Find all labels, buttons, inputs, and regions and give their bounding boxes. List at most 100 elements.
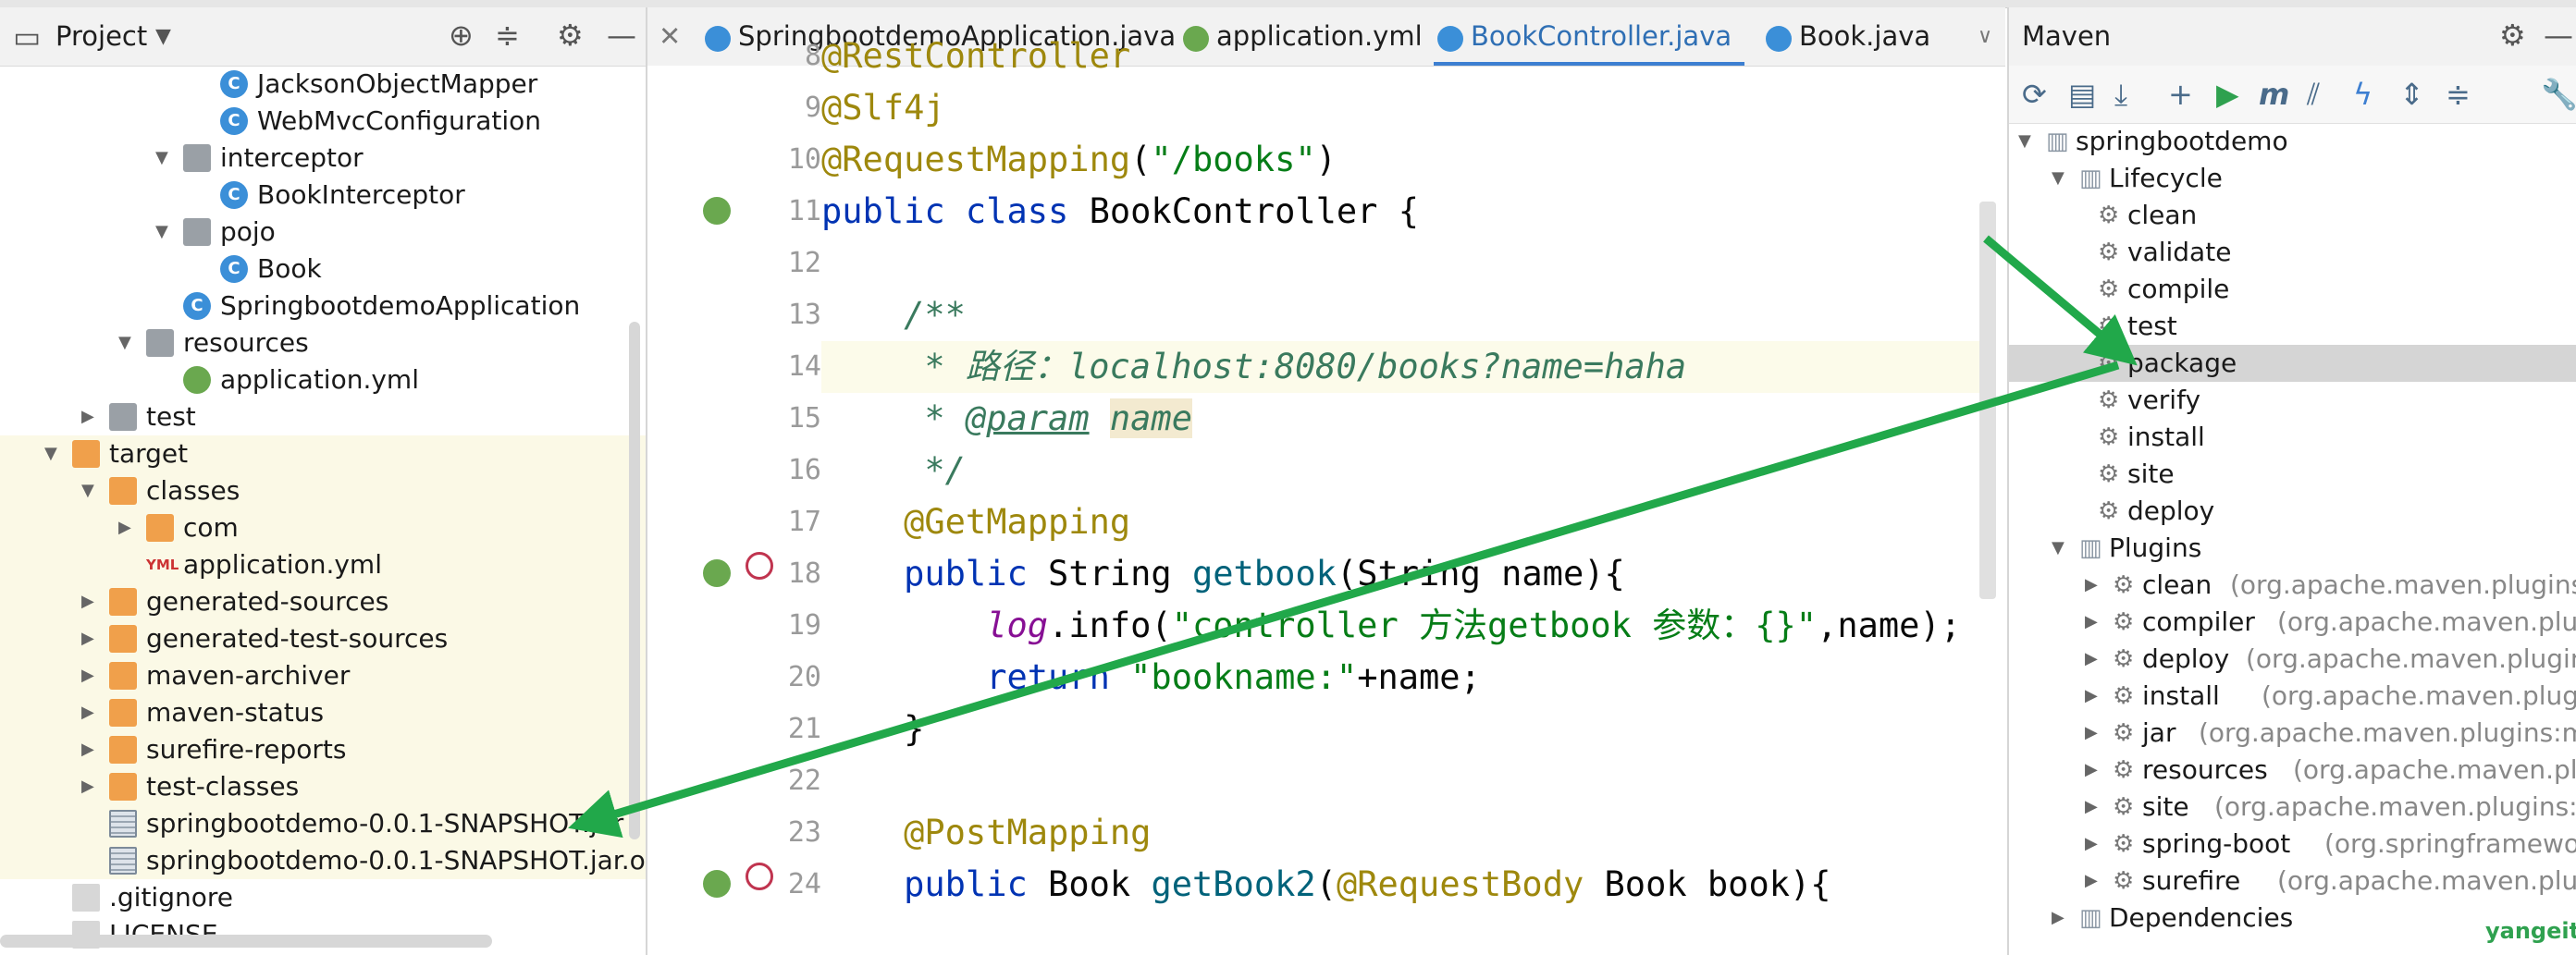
maven-tree-item[interactable]: ▶ ⚙deploy (org.apache.maven.plugins:m <box>2009 641 2576 678</box>
chevron-down-icon[interactable]: ▼ <box>155 18 171 55</box>
editor-scrollbar[interactable] <box>1979 202 1996 599</box>
code-line[interactable] <box>821 238 1987 289</box>
locate-icon[interactable]: ⊕ <box>449 17 474 54</box>
chevron-right-icon[interactable]: ▶ <box>2085 567 2098 604</box>
tree-item[interactable]: C SpringbootdemoApplication <box>0 288 646 324</box>
maven-tree-item[interactable]: ▼ ▥ Plugins <box>2009 530 2576 567</box>
chevron-right-icon[interactable]: ▶ <box>2085 752 2098 789</box>
code-line[interactable]: @RequestMapping("/books") <box>821 134 1987 186</box>
chevron-right-icon[interactable]: ▶ <box>81 657 94 694</box>
chevron-down-icon[interactable]: ▼ <box>155 140 168 177</box>
tree-item[interactable]: ▼ resources <box>0 324 646 361</box>
tree-item[interactable]: ▶ test-classes <box>0 768 646 805</box>
chevron-down-icon[interactable]: ▼ <box>118 324 131 361</box>
chevron-down-icon[interactable]: ▼ <box>81 472 94 509</box>
maven-tree-item[interactable]: ⚙ clean <box>2009 197 2576 234</box>
wrench-icon[interactable]: 🔧 <box>2541 77 2576 112</box>
tree-item[interactable]: C JacksonObjectMapper <box>0 66 646 103</box>
maven-tree-item[interactable]: ⚙ site <box>2009 456 2576 493</box>
tree-item[interactable]: C Book <box>0 251 646 288</box>
maven-goal-icon[interactable]: m <box>2259 77 2289 112</box>
chevron-right-icon[interactable]: ▶ <box>81 620 94 657</box>
maven-tree-item[interactable]: ⚙ package <box>2009 345 2576 382</box>
chevron-right-icon[interactable]: ▶ <box>2085 604 2098 641</box>
code-line[interactable]: */ <box>821 445 1987 496</box>
chevron-right-icon[interactable]: ▶ <box>81 583 94 620</box>
spring-bean-icon[interactable] <box>703 559 731 587</box>
code-line[interactable]: /** <box>821 289 1987 341</box>
tree-item[interactable]: ▶ test <box>0 398 646 435</box>
chevron-right-icon[interactable]: ▶ <box>118 509 131 546</box>
chevron-down-icon[interactable]: ▼ <box>2018 123 2031 160</box>
chevron-down-icon[interactable]: ▼ <box>155 214 168 251</box>
code-line[interactable]: public class BookController { <box>821 186 1987 238</box>
maven-tree-item[interactable]: ▶ ⚙spring-boot (org.springframework.bo <box>2009 826 2576 863</box>
code-line[interactable]: return "bookname:"+name; <box>821 652 1987 704</box>
tree-item[interactable]: ▶ surefire-reports <box>0 731 646 768</box>
gear-icon[interactable]: ⚙ <box>2499 17 2526 54</box>
code-line[interactable]: public Book getBook2(@RequestBody Book b… <box>821 859 1987 911</box>
code-line[interactable]: } <box>821 704 1987 755</box>
chevron-down-icon[interactable]: ▼ <box>2052 160 2064 197</box>
collapse-all-icon[interactable]: ≑ <box>495 17 520 54</box>
code-line[interactable]: log.info("controller 方法getbook 参数：{}",na… <box>821 600 1987 652</box>
maven-tree-item[interactable]: ⚙ compile <box>2009 271 2576 308</box>
chevron-right-icon[interactable]: ▶ <box>2085 678 2098 715</box>
minimize-icon[interactable]: — <box>2544 17 2573 54</box>
chevron-right-icon[interactable]: ▶ <box>81 731 94 768</box>
code-area[interactable]: @RestController @Slf4j @RequestMapping("/b… <box>821 36 1987 955</box>
chevron-right-icon[interactable]: ▶ <box>81 398 94 435</box>
gear-icon[interactable]: ⚙ <box>557 17 584 54</box>
minimize-icon[interactable]: — <box>607 17 636 54</box>
tree-item[interactable]: C BookInterceptor <box>0 177 646 214</box>
code-line[interactable]: * @param name <box>821 393 1987 445</box>
chevron-right-icon[interactable]: ▶ <box>2085 863 2098 900</box>
maven-tree-item[interactable]: ▶ ⚙surefire (org.apache.maven.plugins:m <box>2009 863 2576 900</box>
maven-tree-item[interactable]: ⚙ verify <box>2009 382 2576 419</box>
chevron-down-icon[interactable]: ▼ <box>2052 530 2064 567</box>
spring-bean-icon[interactable] <box>703 870 731 898</box>
chevron-down-icon[interactable]: ▼ <box>44 435 57 472</box>
chevron-right-icon[interactable]: ▶ <box>2052 900 2064 937</box>
chevron-right-icon[interactable]: ▶ <box>2085 789 2098 826</box>
code-line[interactable]: @Slf4j <box>821 82 1987 134</box>
expand-all-icon[interactable]: ⇕ <box>2399 77 2424 112</box>
tree-item[interactable]: C WebMvcConfiguration <box>0 103 646 140</box>
close-tab-icon[interactable]: ✕ <box>659 7 681 66</box>
maven-tree-item[interactable]: ⚙ deploy <box>2009 493 2576 530</box>
project-horizontal-scrollbar[interactable] <box>0 935 492 948</box>
maven-tree-item[interactable]: ⚙ validate <box>2009 234 2576 271</box>
download-icon[interactable]: ⤓ <box>2114 77 2127 112</box>
method-mapping-icon[interactable] <box>746 552 773 580</box>
tree-item[interactable]: ▶ generated-sources <box>0 583 646 620</box>
chevron-right-icon[interactable]: ▶ <box>2085 641 2098 678</box>
maven-tree-item[interactable]: ▶ ⚙resources (org.apache.maven.plugins <box>2009 752 2576 789</box>
tree-item[interactable]: YML application.yml <box>0 546 646 583</box>
maven-tree-item[interactable]: ▼ ▥ Lifecycle <box>2009 160 2576 197</box>
tree-item[interactable]: ▶ generated-test-sources <box>0 620 646 657</box>
tree-item[interactable]: application.yml <box>0 361 646 398</box>
project-scrollbar[interactable] <box>629 322 640 839</box>
collapse-all-icon[interactable]: ≑ <box>2446 77 2471 112</box>
run-icon[interactable]: ▶ <box>2216 77 2239 112</box>
code-line[interactable]: public String getbook(String name){ <box>821 548 1987 600</box>
code-line[interactable]: @GetMapping <box>821 496 1987 548</box>
chevron-right-icon[interactable]: ▶ <box>2085 826 2098 863</box>
maven-tree-item[interactable]: ⚙ test <box>2009 308 2576 345</box>
maven-tree-item[interactable]: ▼ ▥ springbootdemo <box>2009 123 2576 160</box>
add-icon[interactable]: + <box>2168 77 2193 112</box>
tree-item[interactable]: ▶ maven-archiver <box>0 657 646 694</box>
maven-tree-item[interactable]: ▶ ⚙jar (org.apache.maven.plugins:maven <box>2009 715 2576 752</box>
offline-icon[interactable]: ϟ <box>2353 77 2373 112</box>
chevron-right-icon[interactable]: ▶ <box>81 768 94 805</box>
code-line[interactable]: @RestController <box>821 31 1987 82</box>
chevron-right-icon[interactable]: ▶ <box>2085 715 2098 752</box>
tree-item[interactable]: springbootdemo-0.0.1-SNAPSHOT.jar.origin <box>0 842 646 879</box>
skip-tests-icon[interactable]: ⫽ <box>2307 77 2320 112</box>
tree-item[interactable]: ▼ target <box>0 435 646 472</box>
method-mapping-icon[interactable] <box>746 863 773 890</box>
code-line[interactable]: * 路径：localhost:8080/books?name=haha <box>821 341 1987 393</box>
generate-sources-icon[interactable]: ▤ <box>2068 77 2096 112</box>
maven-tree-item[interactable]: ▶ ⚙install (org.apache.maven.plugins:ma <box>2009 678 2576 715</box>
maven-tree-item[interactable]: ▶ ⚙clean (org.apache.maven.plugins:mav <box>2009 567 2576 604</box>
